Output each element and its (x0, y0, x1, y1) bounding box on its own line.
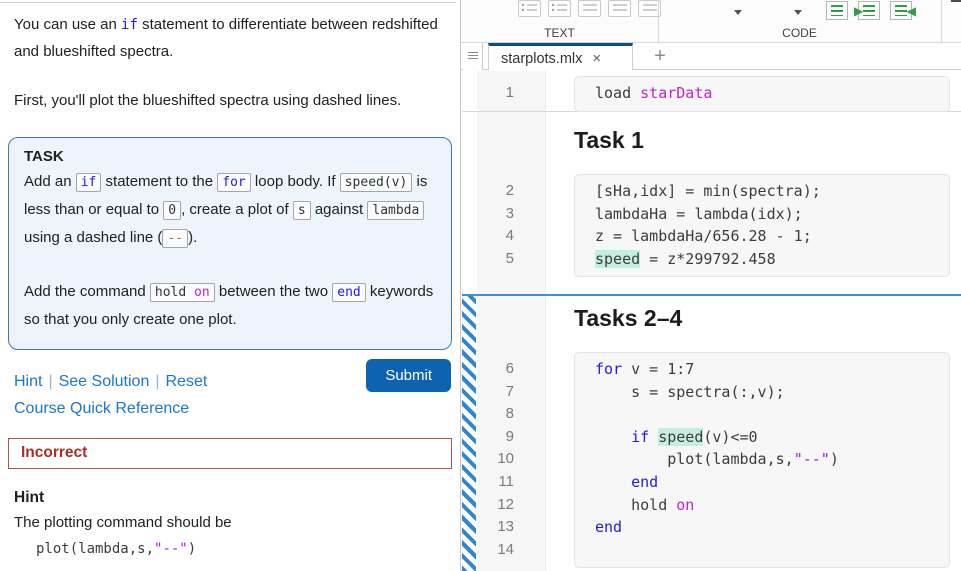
text-group-label: TEXT (461, 26, 658, 40)
code-group-label: CODE (658, 26, 941, 40)
inline-code-token: 0 (163, 201, 181, 220)
code-block[interactable]: for v = 1:7 s = spectra(:,v); if speed(v… (574, 352, 950, 568)
course-quick-reference-row: Course Quick Reference (14, 400, 460, 418)
section-heading[interactable]: Task 1 (574, 127, 644, 154)
code-line[interactable]: load starData (595, 82, 949, 105)
run-to-end-icon[interactable]: ◀ (890, 1, 912, 20)
tab-starplots[interactable]: starplots.mlx × (488, 43, 633, 71)
text-format-icons (518, 0, 661, 17)
inline-code-token: if (76, 173, 102, 192)
code-editor[interactable]: 1 load starData Task 1 2345 [sHa,idx] = min(… (461, 70, 961, 571)
code-line[interactable]: end (595, 516, 949, 539)
dropdown-caret-icon[interactable] (794, 10, 802, 15)
stale-section-indicator (462, 296, 476, 571)
intro-paragraph: First, you'll plot the blueshifted spect… (14, 88, 442, 115)
inline-code-token: lambda (367, 201, 424, 220)
course-quick-reference-link[interactable]: Course Quick Reference (14, 400, 189, 417)
line-number: 10 (477, 448, 514, 471)
code-line[interactable]: [sHa,idx] = min(spectra); (595, 180, 949, 203)
hint-code: plot(lambda,s,"--") (36, 541, 460, 557)
task-paragraph: Add the command hold on between the two … (24, 278, 436, 333)
inline-code-token: end (332, 283, 365, 302)
document-tab-bar: starplots.mlx × + (461, 43, 961, 70)
code-line[interactable]: z = lambdaHa/656.28 - 1; (595, 225, 949, 248)
see-solution-link[interactable]: See Solution (59, 373, 150, 390)
code-line[interactable] (595, 539, 949, 562)
inline-code-token: s (293, 201, 311, 220)
editor-toolbar: TEXT ▶◀ CODE (461, 0, 961, 43)
line-number: 5 (477, 248, 514, 271)
bulleted-list-icon[interactable] (518, 0, 541, 17)
line-number: 12 (477, 494, 514, 517)
toolbar-divider (941, 0, 942, 42)
line-number: 14 (477, 539, 514, 562)
link-separator: | (48, 373, 52, 390)
code-line[interactable]: hold on (595, 494, 949, 517)
code-block[interactable]: [sHa,idx] = min(spectra);lambdaHa = lamb… (574, 174, 950, 277)
task-box: TASK Add an if statement to the for loop… (8, 137, 452, 350)
line-number: 4 (477, 225, 514, 248)
align-left-icon[interactable] (578, 0, 601, 17)
instructions-panel: You can use an if statement to different… (0, 0, 460, 571)
feedback-box: Incorrect (8, 438, 452, 469)
code-line[interactable]: s = spectra(:,v); (595, 381, 949, 404)
line-number: 6 (477, 358, 514, 381)
section-break-selected (462, 294, 961, 296)
code-line[interactable]: for v = 1:7 (595, 358, 949, 381)
inline-code-token: -- (162, 229, 188, 248)
code-line[interactable]: speed = z*299792.458 (595, 248, 949, 271)
feedback-status: Incorrect (21, 444, 87, 461)
dropdown-caret-icon[interactable] (734, 10, 742, 15)
submit-button[interactable]: Submit (366, 359, 451, 392)
reset-link[interactable]: Reset (166, 373, 208, 390)
code-line[interactable]: if speed(v)<=0 (595, 426, 949, 449)
top-divider (0, 2, 456, 3)
align-center-icon[interactable] (608, 0, 631, 17)
hint-link[interactable]: Hint (14, 373, 42, 390)
task-paragraph: Add an if statement to the for loop body… (24, 168, 436, 252)
line-number: 1 (477, 82, 514, 105)
line-number: 9 (477, 426, 514, 449)
line-number: 8 (477, 403, 514, 426)
code-line[interactable]: lambdaHa = lambda(idx); (595, 203, 949, 226)
code-line[interactable] (595, 403, 949, 426)
code-run-icons: ▶◀ (826, 1, 912, 20)
line-number: 2 (477, 180, 514, 203)
menu-icon (468, 52, 478, 61)
hint-title: Hint (14, 489, 460, 507)
run-section-icon[interactable] (826, 1, 848, 20)
inline-code-token: speed(v) (340, 173, 413, 192)
live-editor-pane: TEXT ▶◀ CODE starplots.mlx × + 1load sta… (460, 0, 961, 571)
line-number: 11 (477, 471, 514, 494)
line-number: 13 (477, 516, 514, 539)
line-number: 3 (477, 203, 514, 226)
new-tab-button[interactable]: + (647, 44, 673, 70)
code-line[interactable]: plot(lambda,s,"--") (595, 448, 949, 471)
cropped-toolbar-element (951, 0, 961, 2)
code-line[interactable]: end (595, 471, 949, 494)
numbered-list-icon[interactable] (548, 0, 571, 17)
code-block[interactable]: load starData (574, 76, 950, 112)
link-separator: | (155, 373, 159, 390)
run-and-advance-icon[interactable]: ▶ (858, 1, 880, 20)
intro-paragraph: You can use an if statement to different… (14, 12, 442, 65)
line-number: 7 (477, 381, 514, 404)
inline-code-token: for (217, 173, 250, 192)
tabs-menu-button[interactable] (463, 43, 483, 70)
inline-code-token: hold on (150, 283, 215, 302)
task-box-title: TASK (24, 148, 436, 165)
hint-body: The plotting command should be (14, 514, 460, 531)
tab-title: starplots.mlx (501, 51, 582, 67)
section-heading[interactable]: Tasks 2–4 (574, 305, 682, 332)
close-tab-icon[interactable]: × (592, 50, 601, 67)
